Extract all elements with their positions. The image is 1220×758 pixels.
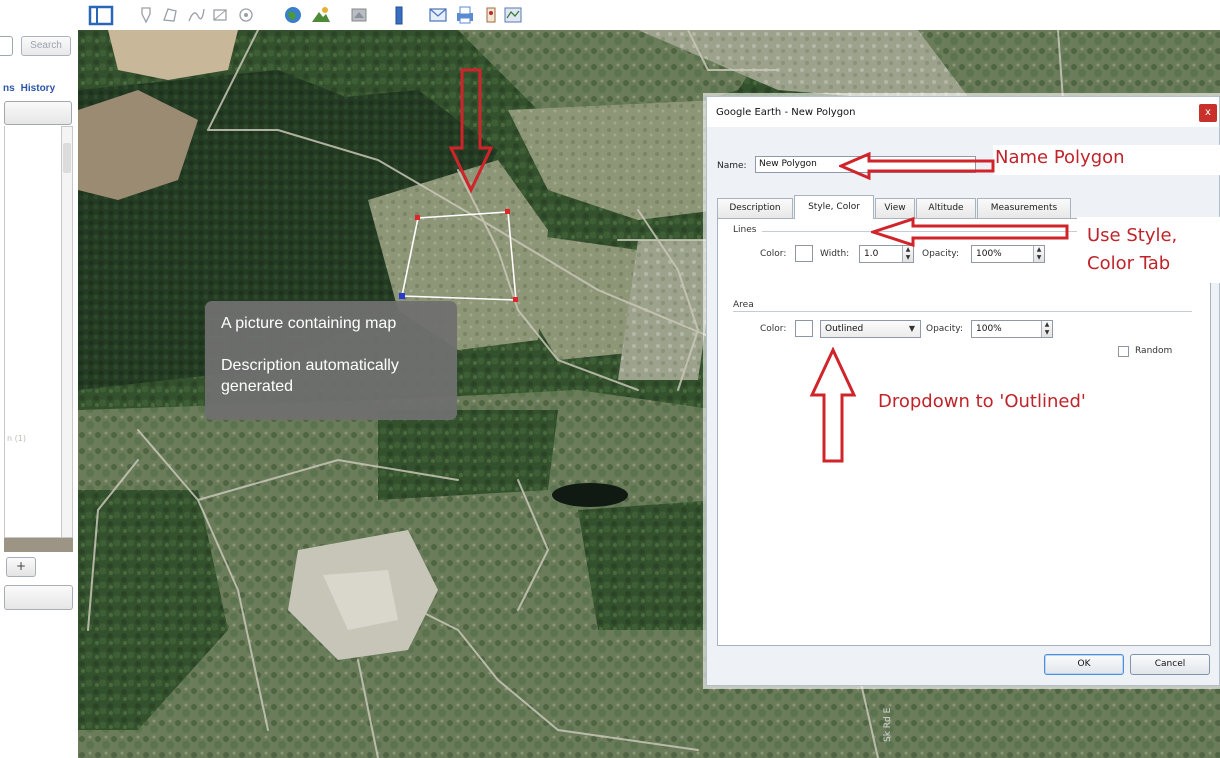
- tooltip-line-1: A picture containing map: [221, 315, 397, 332]
- tab-history[interactable]: History: [21, 83, 55, 94]
- path-icon[interactable]: [186, 4, 206, 26]
- annotation-box-name: Name Polygon: [993, 145, 1220, 175]
- lines-opacity-value: 100%: [976, 249, 1002, 259]
- scrollbar-thumb[interactable]: [63, 143, 71, 173]
- image-description-tooltip: A picture containing map Description aut…: [205, 301, 457, 420]
- annotation-use-style-line1: Use Style,: [1087, 225, 1178, 246]
- tab-altitude[interactable]: Altitude: [916, 198, 976, 218]
- stepper-arrows-icon[interactable]: ▲ ▼: [1041, 321, 1052, 337]
- places-list[interactable]: n (1): [4, 126, 61, 538]
- road-label: Sk Rd E: [883, 707, 893, 742]
- annotation-arrow-left-tab: [871, 216, 1069, 248]
- area-opacity-label: Opacity:: [926, 324, 963, 334]
- new-polygon-dialog: Google Earth - New Polygon x Name: New P…: [706, 96, 1220, 686]
- tab-view[interactable]: View: [875, 198, 915, 218]
- save-image-icon[interactable]: [482, 4, 500, 26]
- area-color-swatch[interactable]: [795, 320, 813, 337]
- print-icon[interactable]: [454, 4, 476, 26]
- sidebar-icon[interactable]: [88, 4, 114, 26]
- polygon-icon[interactable]: [160, 4, 180, 26]
- stepper-arrows-icon[interactable]: ▲ ▼: [1033, 246, 1044, 262]
- lines-color-label: Color:: [760, 249, 787, 259]
- annotation-use-style-line2: Color Tab: [1087, 253, 1171, 274]
- dialog-titlebar[interactable]: Google Earth - New Polygon x: [707, 97, 1219, 127]
- close-icon[interactable]: x: [1199, 104, 1217, 122]
- maps-icon[interactable]: [502, 4, 524, 26]
- record-tour-icon[interactable]: [236, 4, 256, 26]
- layers-bar[interactable]: [4, 585, 73, 610]
- places-header-bar[interactable]: [4, 101, 72, 125]
- places-scrollbar[interactable]: [61, 126, 73, 538]
- search-button[interactable]: Search: [21, 36, 71, 56]
- area-color-label: Color:: [760, 324, 787, 334]
- left-panel: Search ns History n (1) +: [0, 0, 78, 758]
- annotation-arrow-left-name: [839, 151, 995, 181]
- annotation-arrow-up: [809, 347, 857, 463]
- area-divider: [733, 311, 1192, 312]
- list-item[interactable]: n (1): [7, 434, 26, 443]
- ruler-icon[interactable]: [390, 4, 408, 26]
- lines-opacity-label: Opacity:: [922, 249, 959, 259]
- area-fill-value: Outlined: [825, 324, 864, 334]
- cancel-button[interactable]: Cancel: [1130, 654, 1210, 675]
- name-label: Name:: [717, 161, 747, 171]
- planets-icon[interactable]: [348, 4, 370, 26]
- search-input[interactable]: [0, 36, 13, 56]
- tab-places[interactable]: ns: [3, 83, 15, 94]
- historical-imagery-icon[interactable]: [282, 4, 304, 26]
- lines-group-title: Lines: [733, 225, 757, 235]
- random-checkbox[interactable]: [1118, 346, 1129, 357]
- stepper-arrows-icon[interactable]: ▲ ▼: [902, 246, 913, 262]
- lines-width-label: Width:: [820, 249, 850, 259]
- tooltip-line-2: Description automatically generated: [221, 357, 399, 395]
- annotation-name-polygon: Name Polygon: [995, 147, 1125, 168]
- layers-header-bar[interactable]: [4, 538, 73, 552]
- tab-measurements[interactable]: Measurements: [977, 198, 1071, 218]
- lines-color-swatch[interactable]: [795, 245, 813, 262]
- annotation-box-style: Use Style, Color Tab: [1077, 217, 1220, 283]
- left-panel-tabs: ns History: [3, 83, 61, 94]
- placemark-icon[interactable]: [136, 4, 156, 26]
- add-button[interactable]: +: [6, 557, 36, 577]
- lines-width-value: 1.0: [864, 249, 879, 259]
- toolbar: [78, 0, 1220, 30]
- ok-button[interactable]: OK: [1044, 654, 1124, 675]
- tab-style-color[interactable]: Style, Color: [794, 195, 874, 219]
- area-group-title: Area: [733, 300, 754, 310]
- image-overlay-icon[interactable]: [210, 4, 230, 26]
- area-fill-dropdown[interactable]: Outlined ▼: [820, 320, 921, 338]
- chevron-down-icon[interactable]: ▼: [909, 321, 915, 337]
- tab-description[interactable]: Description: [717, 198, 793, 218]
- dialog-title: Google Earth - New Polygon: [716, 107, 856, 118]
- area-opacity-value: 100%: [976, 324, 1002, 334]
- random-label: Random: [1135, 346, 1173, 356]
- annotation-dropdown: Dropdown to 'Outlined': [878, 391, 1086, 412]
- sun-icon[interactable]: [310, 4, 332, 26]
- area-opacity-stepper[interactable]: 100% ▲ ▼: [971, 320, 1053, 338]
- email-icon[interactable]: [428, 4, 448, 26]
